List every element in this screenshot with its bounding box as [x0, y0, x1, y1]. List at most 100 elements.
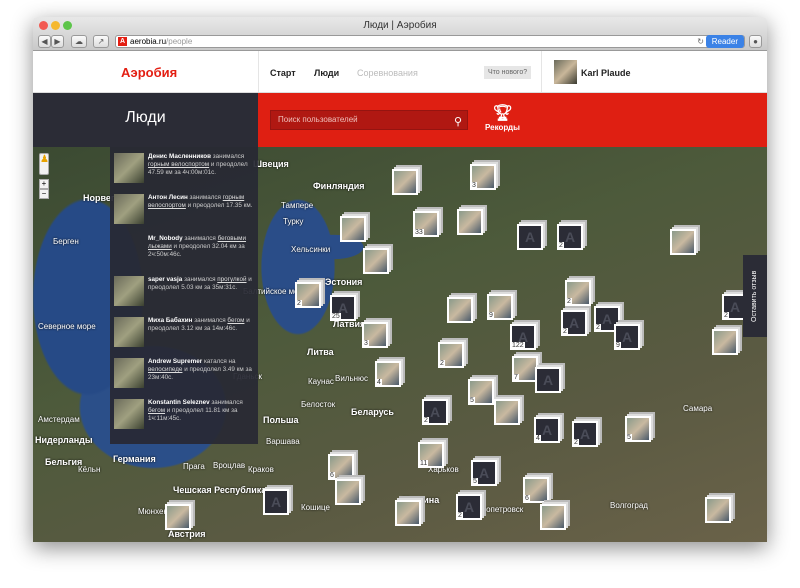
user-name[interactable]: Karl Plaude: [581, 68, 631, 78]
user-map-marker[interactable]: A2: [557, 224, 583, 250]
records-button[interactable]: 🏆︎ Рекорды: [485, 103, 520, 132]
user-map-marker[interactable]: A4: [534, 417, 560, 443]
share-button[interactable]: ↗: [93, 35, 109, 48]
marker-count: 2: [566, 298, 572, 305]
user-map-marker[interactable]: [705, 497, 731, 523]
feed-user-name[interactable]: Денис Масленников: [148, 153, 211, 160]
user-map-marker[interactable]: 11: [418, 442, 444, 468]
user-map-marker[interactable]: A 25: [330, 295, 356, 321]
user-map-marker[interactable]: 5: [625, 416, 651, 442]
user-map-marker[interactable]: 6: [523, 477, 549, 503]
feed-item: Mr_Nobody занимался беговыми лыжами и пр…: [114, 235, 254, 267]
user-map-marker[interactable]: A: [535, 367, 561, 393]
address-bar[interactable]: A aerobia.ru/people ↻ Reader: [115, 35, 745, 48]
user-map-marker[interactable]: A2: [572, 421, 598, 447]
user-map-marker[interactable]: A: [263, 489, 289, 515]
whats-new-button[interactable]: Что нового?: [484, 66, 532, 79]
user-photo: [365, 250, 387, 272]
zoom-in-button[interactable]: +: [39, 179, 49, 189]
downloads-button[interactable]: ●: [749, 35, 762, 48]
user-map-marker[interactable]: A2: [422, 399, 448, 425]
icloud-button[interactable]: ☁: [71, 35, 87, 48]
feed-user-name[interactable]: Миха Бабахин: [148, 317, 192, 324]
user-map-marker[interactable]: [670, 229, 696, 255]
map[interactable]: Финляндия Швеция Норвегия Эстония Латвия Литв…: [33, 147, 767, 542]
user-avatar[interactable]: [554, 60, 577, 84]
records-label: Рекорды: [485, 123, 520, 132]
map-label: Варшава: [266, 437, 300, 446]
marker-count: 3: [471, 182, 477, 189]
user-search-input[interactable]: Поиск пользователей ⚲: [270, 110, 468, 130]
feed-user-name[interactable]: Антон Лесин: [148, 194, 188, 201]
feedback-button[interactable]: Оставить отзыв: [743, 255, 767, 337]
marker-count: 9: [615, 342, 621, 349]
nav-start[interactable]: Старт: [270, 68, 296, 78]
user-map-marker[interactable]: 2: [295, 282, 321, 308]
user-map-marker[interactable]: 9: [487, 294, 513, 320]
user-map-marker[interactable]: A5: [471, 460, 497, 486]
search-placeholder: Поиск пользователей: [278, 115, 358, 124]
feed-activity-link[interactable]: велосипеде: [148, 366, 182, 373]
map-label: Австрия: [168, 529, 206, 539]
feed-activity-link[interactable]: бегом: [227, 317, 244, 324]
default-avatar-icon: A: [537, 369, 559, 391]
user-map-marker[interactable]: 2: [565, 280, 591, 306]
user-map-marker[interactable]: [494, 399, 520, 425]
user-map-marker[interactable]: 6: [328, 454, 354, 480]
user-map-marker[interactable]: A2: [561, 310, 587, 336]
forward-button[interactable]: ▶: [51, 35, 64, 48]
feed-activity-link[interactable]: бегом: [148, 407, 165, 414]
feed-user-photo[interactable]: [114, 399, 144, 429]
user-map-marker[interactable]: 33: [413, 211, 439, 237]
user-map-marker[interactable]: [712, 329, 738, 355]
user-map-marker[interactable]: 2: [438, 342, 464, 368]
feed-user-photo[interactable]: [114, 194, 144, 224]
user-map-marker[interactable]: 3: [362, 322, 388, 348]
feed-user-photo[interactable]: [114, 317, 144, 347]
feed-user-photo[interactable]: [114, 358, 144, 388]
user-map-marker[interactable]: [395, 500, 421, 526]
feed-user-name[interactable]: saper vasja: [148, 276, 182, 283]
user-map-marker[interactable]: A2: [456, 494, 482, 520]
user-map-marker[interactable]: 4: [375, 361, 401, 387]
site-favicon: A: [118, 37, 127, 46]
feed-user-name[interactable]: Andrew Supremer: [148, 358, 202, 365]
feed-user-photo[interactable]: [114, 276, 144, 306]
map-label: Хельсинки: [291, 245, 331, 254]
feed-user-name[interactable]: Konstantin Seleznev: [148, 399, 210, 406]
marker-count: 5: [469, 397, 475, 404]
marker-count: 4: [376, 379, 382, 386]
search-icon[interactable]: ⚲: [454, 113, 462, 131]
site-logo[interactable]: Аэробия: [121, 65, 177, 80]
user-map-marker[interactable]: 3: [470, 164, 496, 190]
feed-user-name[interactable]: Mr_Nobody: [148, 235, 183, 242]
zoom-out-button[interactable]: −: [39, 189, 49, 199]
user-map-marker[interactable]: [335, 479, 361, 505]
user-map-marker[interactable]: [447, 297, 473, 323]
nav-people[interactable]: Люди: [314, 68, 339, 78]
street-view-pegman-icon[interactable]: ♟: [39, 153, 49, 175]
feed-user-photo[interactable]: [114, 235, 144, 265]
download-icon: ●: [753, 37, 758, 46]
marker-count: 122: [511, 342, 525, 349]
feed-user-photo[interactable]: [114, 153, 144, 183]
user-map-marker[interactable]: A 122: [510, 324, 536, 350]
user-map-marker[interactable]: [540, 504, 566, 530]
user-map-marker[interactable]: [392, 169, 418, 195]
feed-activity-link[interactable]: горным велоспортом: [148, 161, 209, 168]
user-map-marker[interactable]: A: [517, 224, 543, 250]
feed-activity-link[interactable]: прогулкой: [217, 276, 246, 283]
user-map-marker[interactable]: 5: [468, 379, 494, 405]
user-map-marker[interactable]: [363, 248, 389, 274]
back-button[interactable]: ◀: [38, 35, 51, 48]
marker-count: 33: [414, 229, 424, 236]
user-photo: [394, 171, 416, 193]
user-map-marker[interactable]: [340, 216, 366, 242]
user-photo: [714, 331, 736, 353]
reader-button[interactable]: Reader: [705, 35, 744, 48]
user-map-marker[interactable]: [165, 504, 191, 530]
reload-icon[interactable]: ↻: [697, 36, 704, 47]
nav-competitions[interactable]: Соревнования: [357, 68, 418, 78]
user-map-marker[interactable]: [457, 209, 483, 235]
user-map-marker[interactable]: A9: [614, 324, 640, 350]
